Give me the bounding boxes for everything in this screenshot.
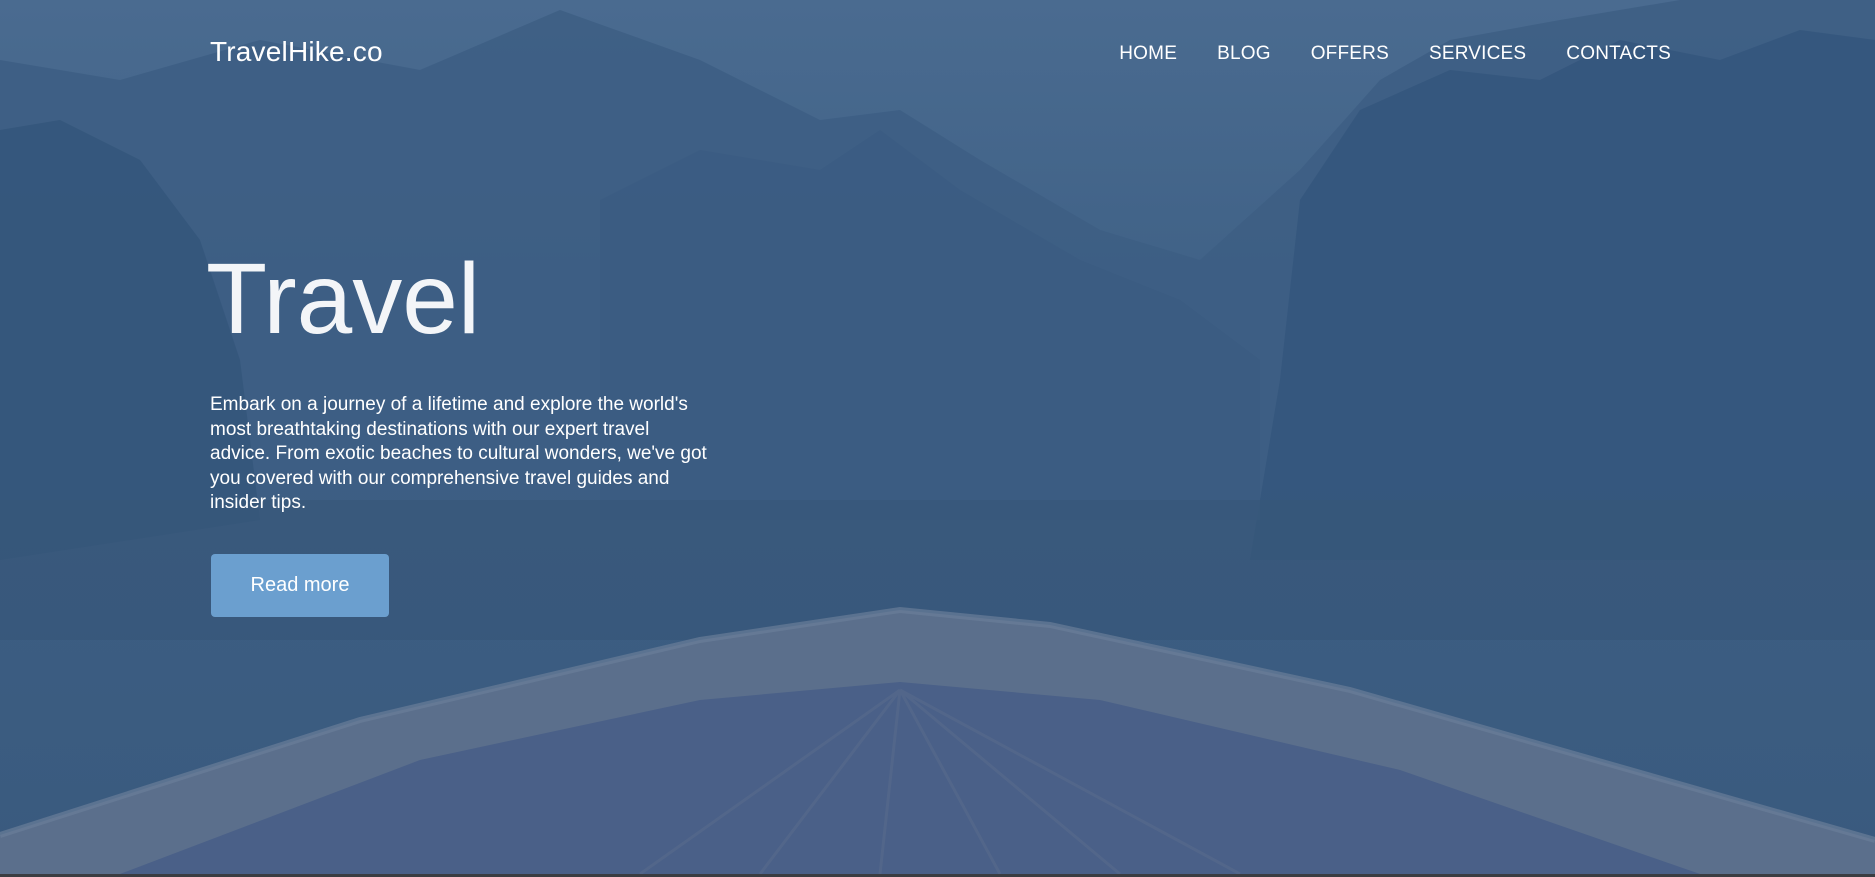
nav-blog-link[interactable]: BLOG <box>1217 43 1271 65</box>
main-nav: HOME BLOG OFFERS SERVICES CONTACTS <box>1119 43 1671 65</box>
site-logo[interactable]: TravelHike.co <box>210 36 383 68</box>
nav-contacts-link[interactable]: CONTACTS <box>1566 43 1671 65</box>
read-more-button[interactable]: Read more <box>211 554 389 617</box>
nav-offers-link[interactable]: OFFERS <box>1311 43 1389 65</box>
hero-title: Travel <box>206 243 481 355</box>
nav-services-link[interactable]: SERVICES <box>1429 43 1526 65</box>
hero-description: Embark on a journey of a lifetime and ex… <box>210 394 707 513</box>
nav-home-link[interactable]: HOME <box>1119 43 1177 65</box>
hero-section: TravelHike.co HOME BLOG OFFERS SERVICES … <box>0 0 1875 874</box>
